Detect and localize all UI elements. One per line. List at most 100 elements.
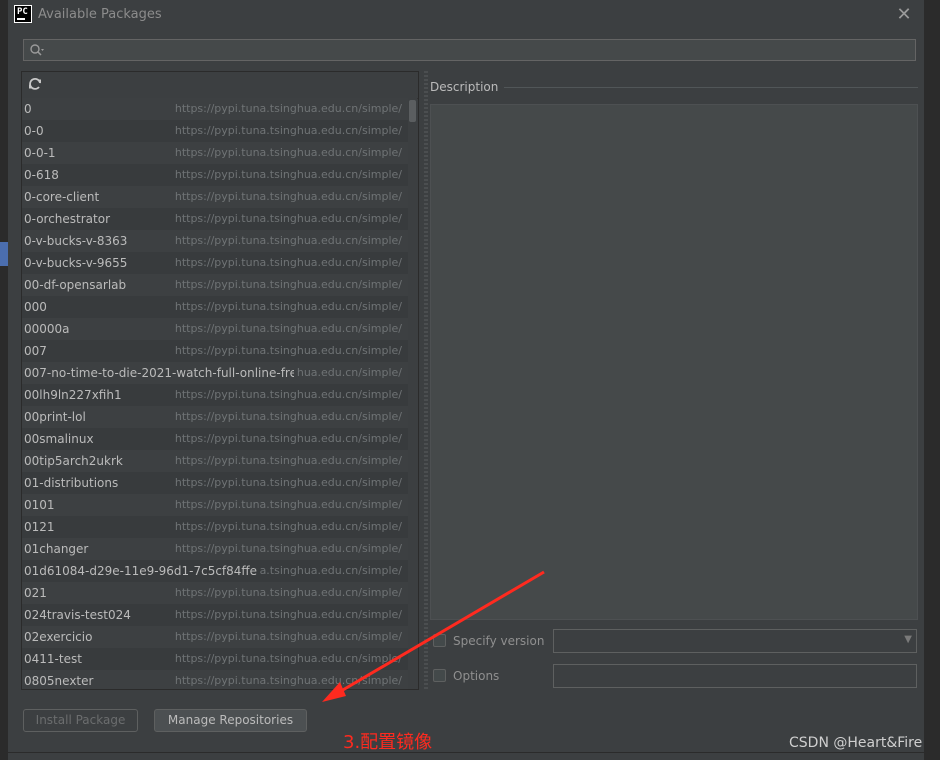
list-scrollbar[interactable]	[408, 98, 417, 689]
package-name: 0805nexter	[24, 674, 94, 688]
package-repository-url: https://pypi.tuna.tsinghua.edu.cn/simple…	[172, 648, 402, 670]
title-bar: PC Available Packages ✕	[8, 0, 924, 30]
package-repository-url: https://pypi.tuna.tsinghua.edu.cn/simple…	[172, 186, 402, 208]
refresh-icon[interactable]	[27, 76, 43, 92]
package-row[interactable]: 01d61084-d29e-11e9-96d1-7c5cf84ffe8e a.ts…	[22, 560, 408, 582]
package-name: 024travis-test024	[24, 608, 131, 622]
package-row[interactable]: 0 https://pypi.tuna.tsinghua.edu.cn/simpl…	[22, 98, 408, 120]
package-repository-url: https://pypi.tuna.tsinghua.edu.cn/simple…	[172, 208, 402, 230]
options-label: Options	[453, 669, 500, 683]
specify-version-checkbox[interactable]	[433, 634, 446, 647]
package-name: 0101	[24, 498, 55, 512]
close-icon[interactable]: ✕	[892, 3, 916, 27]
package-repository-url: https://pypi.tuna.tsinghua.edu.cn/simple…	[172, 604, 402, 626]
package-row[interactable]: 02exercicio https://pypi.tuna.tsinghua.ed…	[22, 626, 408, 648]
package-repository-url: https://pypi.tuna.tsinghua.edu.cn/simple…	[172, 384, 402, 406]
package-row[interactable]: 024travis-test024 https://pypi.tuna.tsing…	[22, 604, 408, 626]
package-repository-url: https://pypi.tuna.tsinghua.edu.cn/simple…	[172, 230, 402, 252]
options-input[interactable]	[553, 664, 917, 688]
options-checkbox[interactable]	[433, 669, 446, 682]
search-icon	[30, 44, 44, 56]
description-label: Description	[430, 80, 499, 94]
package-name: 007-no-time-to-die-2021-watch-full-onlin…	[24, 366, 305, 380]
package-name: 00smalinux	[24, 432, 94, 446]
description-separator	[504, 87, 918, 88]
package-name: 00000a	[24, 322, 70, 336]
package-name: 01changer	[24, 542, 89, 556]
package-list: 0 https://pypi.tuna.tsinghua.edu.cn/simpl…	[22, 98, 408, 689]
package-repository-url: https://pypi.tuna.tsinghua.edu.cn/simple…	[172, 340, 402, 362]
package-row[interactable]: 01-distributions https://pypi.tuna.tsingh…	[22, 472, 408, 494]
package-repository-url: https://pypi.tuna.tsinghua.edu.cn/simple…	[172, 98, 402, 120]
package-name: 0121	[24, 520, 55, 534]
package-row[interactable]: 00lh9ln227xfih1 https://pypi.tuna.tsinghu…	[22, 384, 408, 406]
manage-repositories-button[interactable]: Manage Repositories	[154, 709, 307, 732]
version-dropdown[interactable]: ▼	[553, 629, 917, 653]
package-repository-url: https://pypi.tuna.tsinghua.edu.cn/simple…	[172, 406, 402, 428]
package-row[interactable]: 0-v-bucks-v-9655 https://pypi.tuna.tsingh…	[22, 252, 408, 274]
search-input[interactable]	[23, 39, 916, 61]
available-packages-dialog: PC Available Packages ✕ 0 https://pypi.tu…	[8, 0, 925, 753]
package-row[interactable]: 0-core-client https://pypi.tuna.tsinghua.…	[22, 186, 408, 208]
package-name: 01-distributions	[24, 476, 119, 490]
watermark: CSDN @Heart&Fire	[789, 735, 923, 751]
package-name: 0-0	[24, 124, 44, 138]
description-area	[430, 104, 918, 620]
package-row[interactable]: 0-0-1 https://pypi.tuna.tsinghua.edu.cn/s…	[22, 142, 408, 164]
package-name: 02exercicio	[24, 630, 93, 644]
package-repository-url: https://pypi.tuna.tsinghua.edu.cn/simple…	[172, 120, 402, 142]
package-list-panel: 0 https://pypi.tuna.tsinghua.edu.cn/simpl…	[21, 71, 419, 690]
package-row[interactable]: 0411-test https://pypi.tuna.tsinghua.edu.…	[22, 648, 408, 670]
package-row[interactable]: 0-0 https://pypi.tuna.tsinghua.edu.cn/sim…	[22, 120, 408, 142]
package-repository-url: https://pypi.tuna.tsinghua.edu.cn/simple…	[172, 670, 402, 689]
package-name: 0-618	[24, 168, 59, 182]
package-row[interactable]: 00000a https://pypi.tuna.tsinghua.edu.cn/…	[22, 318, 408, 340]
package-name: 0-v-bucks-v-8363	[24, 234, 128, 248]
package-repository-url: a.tsinghua.edu.cn/simple/	[256, 560, 402, 582]
package-repository-url: https://pypi.tuna.tsinghua.edu.cn/simple…	[172, 318, 402, 340]
package-name: 0411-test	[24, 652, 82, 666]
package-row[interactable]: 0-v-bucks-v-8363 https://pypi.tuna.tsingh…	[22, 230, 408, 252]
package-repository-url: https://pypi.tuna.tsinghua.edu.cn/simple…	[172, 296, 402, 318]
package-name: 0-0-1	[24, 146, 56, 160]
package-repository-url: https://pypi.tuna.tsinghua.edu.cn/simple…	[172, 142, 402, 164]
install-package-button[interactable]: Install Package	[23, 709, 138, 732]
background-ide-strip	[0, 0, 8, 760]
package-repository-url: https://pypi.tuna.tsinghua.edu.cn/simple…	[172, 472, 402, 494]
package-row[interactable]: 00-df-opensarlab https://pypi.tuna.tsingh…	[22, 274, 408, 296]
specify-version-label: Specify version	[453, 634, 545, 648]
package-repository-url: https://pypi.tuna.tsinghua.edu.cn/simple…	[172, 538, 402, 560]
package-row[interactable]: 0101 https://pypi.tuna.tsinghua.edu.cn/si…	[22, 494, 408, 516]
package-name: 000	[24, 300, 47, 314]
panel-splitter[interactable]	[424, 71, 428, 690]
package-row[interactable]: 01changer https://pypi.tuna.tsinghua.edu.…	[22, 538, 408, 560]
package-name: 01d61084-d29e-11e9-96d1-7c5cf84ffe8e	[24, 564, 273, 578]
scrollbar-thumb[interactable]	[409, 100, 416, 122]
package-row[interactable]: 007-no-time-to-die-2021-watch-full-onlin…	[22, 362, 408, 384]
package-repository-url: https://pypi.tuna.tsinghua.edu.cn/simple…	[172, 582, 402, 604]
package-row[interactable]: 007 https://pypi.tuna.tsinghua.edu.cn/sim…	[22, 340, 408, 362]
package-row[interactable]: 00tip5arch2ukrk https://pypi.tuna.tsinghu…	[22, 450, 408, 472]
package-row[interactable]: 00print-lol https://pypi.tuna.tsinghua.ed…	[22, 406, 408, 428]
package-repository-url: https://pypi.tuna.tsinghua.edu.cn/simple…	[172, 164, 402, 186]
package-name: 00print-lol	[24, 410, 86, 424]
package-name: 0-orchestrator	[24, 212, 111, 226]
package-row[interactable]: 0805nexter https://pypi.tuna.tsinghua.edu…	[22, 670, 408, 689]
package-repository-url: https://pypi.tuna.tsinghua.edu.cn/simple…	[172, 428, 402, 450]
package-repository-url: https://pypi.tuna.tsinghua.edu.cn/simple…	[172, 274, 402, 296]
package-name: 021	[24, 586, 47, 600]
package-row[interactable]: 00smalinux https://pypi.tuna.tsinghua.edu…	[22, 428, 408, 450]
background-ide-right	[924, 0, 940, 760]
package-repository-url: https://pypi.tuna.tsinghua.edu.cn/simple…	[172, 252, 402, 274]
package-row[interactable]: 0121 https://pypi.tuna.tsinghua.edu.cn/si…	[22, 516, 408, 538]
package-name: 007	[24, 344, 47, 358]
package-row[interactable]: 0-orchestrator https://pypi.tuna.tsinghua…	[22, 208, 408, 230]
chevron-down-icon: ▼	[904, 634, 912, 645]
package-name: 00tip5arch2ukrk	[24, 454, 123, 468]
package-name: 00-df-opensarlab	[24, 278, 127, 292]
package-row[interactable]: 0-618 https://pypi.tuna.tsinghua.edu.cn/s…	[22, 164, 408, 186]
package-row[interactable]: 021 https://pypi.tuna.tsinghua.edu.cn/sim…	[22, 582, 408, 604]
package-name: 0-v-bucks-v-9655	[24, 256, 128, 270]
package-repository-url: hua.edu.cn/simple/	[293, 362, 402, 384]
package-row[interactable]: 000 https://pypi.tuna.tsinghua.edu.cn/sim…	[22, 296, 408, 318]
